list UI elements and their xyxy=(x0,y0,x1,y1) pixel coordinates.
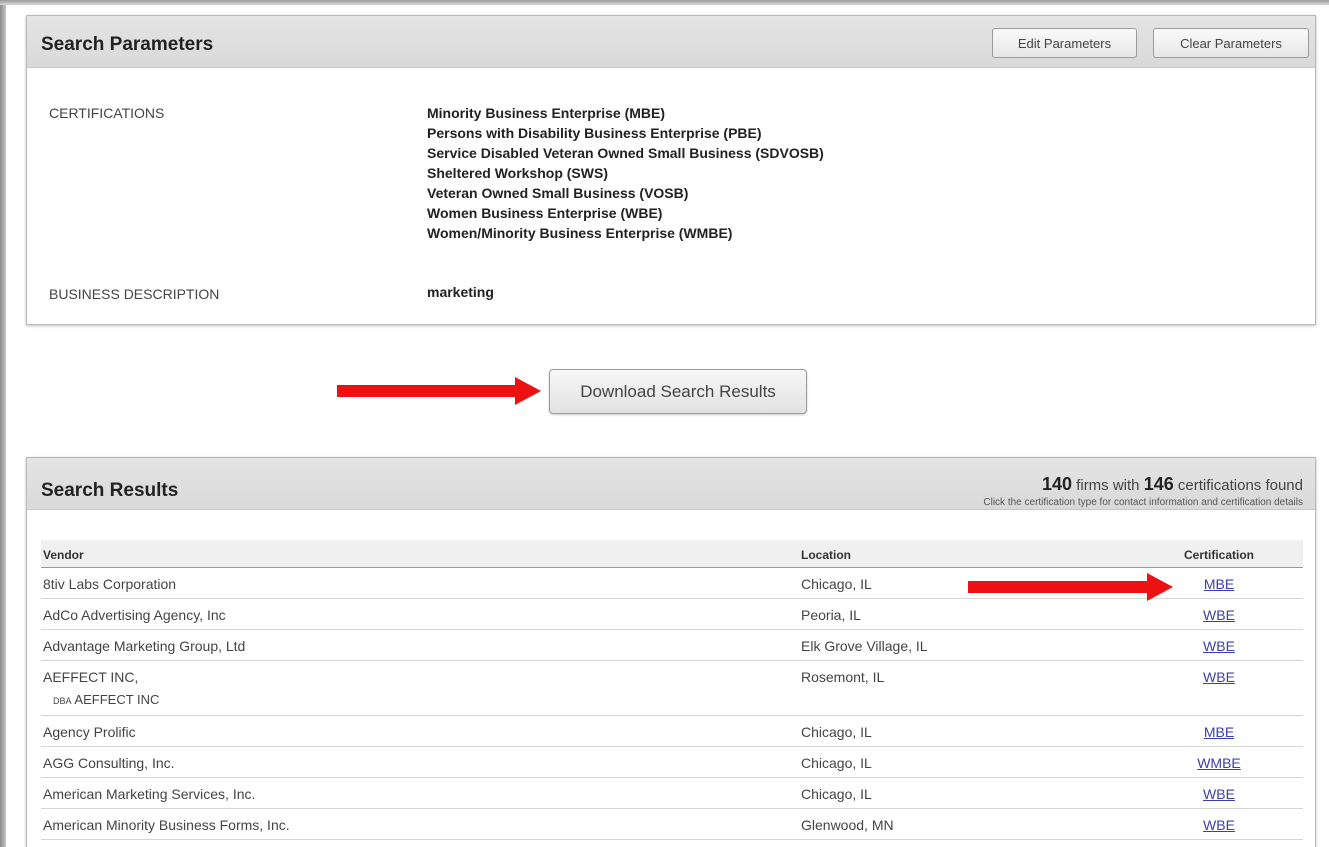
search-parameters-panel: Search Parameters Edit Parameters Clear … xyxy=(26,15,1316,325)
vendor-name: 8tiv Labs Corporation xyxy=(43,576,177,592)
vendor-location: Chicago, IL xyxy=(801,786,872,802)
table-row: AEFFECT INC, DBA AEFFECT INC Rosemont, I… xyxy=(41,661,1303,716)
table-row: American Marketing Services, Inc. Chicag… xyxy=(41,778,1303,809)
vendor-location: Elk Grove Village, IL xyxy=(801,638,928,654)
dba-name: AEFFECT INC xyxy=(74,692,160,707)
search-results-title: Search Results xyxy=(41,480,179,501)
firms-text: firms with xyxy=(1076,477,1140,494)
certifications-count: 146 xyxy=(1143,474,1174,494)
search-parameters-header: Search Parameters Edit Parameters Clear … xyxy=(27,16,1315,68)
vendor-name: American Minority Business Forms, Inc. xyxy=(43,817,290,833)
business-description-label: BUSINESS DESCRIPTION xyxy=(49,286,220,302)
vendor-location: Rosemont, IL xyxy=(801,669,885,685)
search-results-header: Search Results 140 firms with 146 certif… xyxy=(27,458,1315,510)
certification-item: Women/Minority Business Enterprise (WMBE… xyxy=(427,225,733,241)
window-frame-left xyxy=(0,0,6,847)
certification-item: Persons with Disability Business Enterpr… xyxy=(427,125,762,141)
vendor-location: Chicago, IL xyxy=(801,724,872,740)
vendor-name: AEFFECT INC, xyxy=(43,669,139,685)
certification-link[interactable]: WBE xyxy=(1203,817,1235,833)
table-row: Advantage Marketing Group, Ltd Elk Grove… xyxy=(41,630,1303,661)
certification-link[interactable]: WBE xyxy=(1203,786,1235,802)
column-location: Location xyxy=(801,548,851,562)
vendor-name: AdCo Advertising Agency, Inc xyxy=(43,607,226,623)
certification-item: Sheltered Workshop (SWS) xyxy=(427,165,608,181)
vendor-name: American Marketing Services, Inc. xyxy=(43,786,256,802)
column-certification: Certification xyxy=(1183,548,1254,562)
vendor-dba: DBA AEFFECT INC xyxy=(53,692,159,707)
dba-prefix: DBA xyxy=(53,696,72,706)
vendor-location: Chicago, IL xyxy=(801,755,872,771)
table-row: American Minority Business Forms, Inc. G… xyxy=(41,809,1303,840)
search-parameters-title: Search Parameters xyxy=(41,34,214,55)
certifications-list: Minority Business Enterprise (MBE) Perso… xyxy=(427,103,824,243)
certification-link[interactable]: WMBE xyxy=(1197,755,1241,771)
vendor-name: Agency Prolific xyxy=(43,724,136,740)
certifications-text: certifications found xyxy=(1177,477,1303,494)
vendor-location: Chicago, IL xyxy=(801,576,872,592)
results-summary: 140 firms with 146 certifications found … xyxy=(983,474,1303,508)
annotation-arrow-download xyxy=(337,377,541,405)
certification-link[interactable]: MBE xyxy=(1204,724,1234,740)
vendor-location: Glenwood, MN xyxy=(801,817,894,833)
table-row: AdCo Advertising Agency, Inc Peoria, IL … xyxy=(41,599,1303,630)
certification-link[interactable]: WBE xyxy=(1203,638,1235,654)
certification-item: Minority Business Enterprise (MBE) xyxy=(427,105,666,121)
download-search-results-button[interactable]: Download Search Results xyxy=(549,369,807,414)
vendor-name: AGG Consulting, Inc. xyxy=(43,755,175,771)
table-row: Agency Prolific Chicago, IL MBE xyxy=(41,716,1303,747)
results-note: Click the certification type for contact… xyxy=(983,497,1303,508)
edit-parameters-button[interactable]: Edit Parameters xyxy=(992,28,1137,58)
certification-link[interactable]: WBE xyxy=(1203,669,1235,685)
table-row: AGG Consulting, Inc. Chicago, IL WMBE xyxy=(41,747,1303,778)
certifications-label: CERTIFICATIONS xyxy=(49,105,165,121)
vendor-name: Advantage Marketing Group, Ltd xyxy=(43,638,246,654)
clear-parameters-button[interactable]: Clear Parameters xyxy=(1153,28,1309,58)
certification-item: Veteran Owned Small Business (VOSB) xyxy=(427,185,689,201)
certification-link[interactable]: MBE xyxy=(1204,576,1234,592)
annotation-arrow-certification xyxy=(968,573,1173,601)
search-results-panel: Search Results 140 firms with 146 certif… xyxy=(26,457,1316,847)
window-frame-top xyxy=(0,0,1329,5)
table-header: Vendor Location Certification xyxy=(41,540,1303,568)
column-vendor: Vendor xyxy=(43,548,84,562)
certification-item: Service Disabled Veteran Owned Small Bus… xyxy=(427,145,824,161)
firms-count: 140 xyxy=(1041,474,1073,494)
business-description-value: marketing xyxy=(427,284,494,300)
certification-link[interactable]: WBE xyxy=(1203,607,1235,623)
vendor-location: Peoria, IL xyxy=(801,607,861,623)
certification-item: Women Business Enterprise (WBE) xyxy=(427,205,663,221)
